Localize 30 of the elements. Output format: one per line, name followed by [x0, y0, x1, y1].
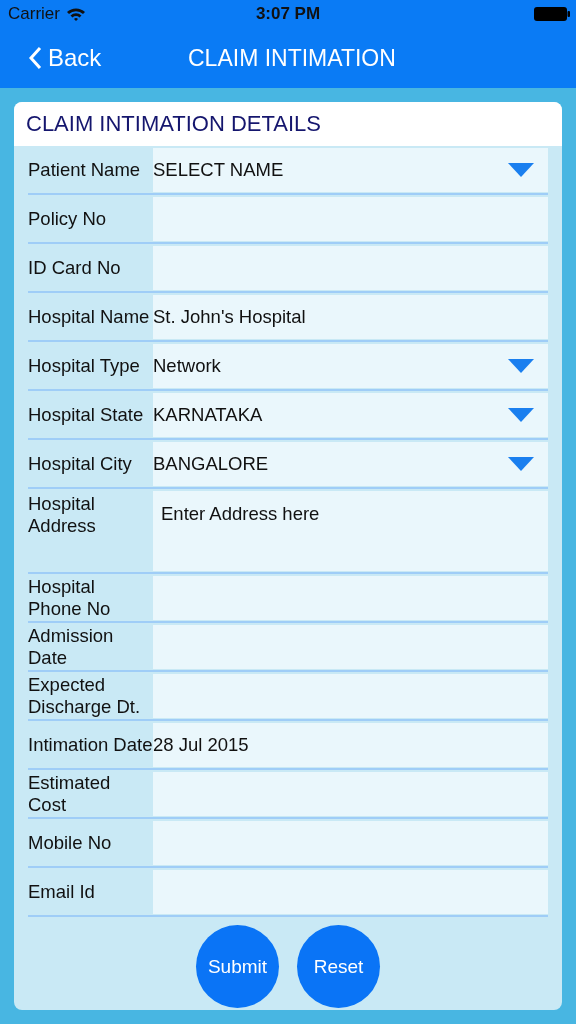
field-label: Hospital Phone No [28, 576, 112, 620]
dropdown-field[interactable]: KARNATAKA [153, 393, 548, 437]
dropdown-field[interactable]: SELECT NAME [153, 148, 548, 192]
field-label: Hospital Name [28, 305, 151, 329]
input-field[interactable]: St. John's Hospital [153, 295, 548, 339]
address-field[interactable]: Enter Address here [153, 491, 548, 571]
back-button[interactable]: Back [28, 44, 102, 72]
back-label: Back [48, 44, 102, 72]
form-heading: CLAIM INTIMATION DETAILS [26, 111, 321, 137]
carrier-name: Carrier [8, 4, 60, 24]
field-label: Expected Discharge Dt. [28, 674, 142, 718]
reset-button[interactable]: Reset [297, 925, 380, 1008]
submit-button[interactable]: Submit [196, 925, 279, 1008]
field-label: Email Id [28, 880, 96, 904]
field-label: Policy No [28, 207, 108, 231]
field-label: Intimation Date [28, 733, 153, 757]
dropdown-field[interactable]: Network [153, 344, 548, 388]
field-label: Hospital State [28, 403, 145, 427]
field-label: Mobile No [28, 831, 113, 855]
field-label: Patient Name [28, 158, 142, 182]
field-label: Hospital City [28, 452, 133, 476]
field-label: Estimated Cost [28, 772, 112, 816]
field-label: Hospital Type [28, 354, 141, 378]
dropdown-field[interactable]: BANGALORE [153, 442, 548, 486]
input-field[interactable]: 28 Jul 2015 [153, 723, 548, 767]
field-label: ID Card No [28, 256, 122, 280]
screen-title: CLAIM INTIMATION [188, 44, 396, 72]
field-label: Hospital Address [28, 492, 97, 538]
field-label: Admission Date [28, 625, 115, 669]
status-time: 3:07 PM [255, 4, 321, 24]
